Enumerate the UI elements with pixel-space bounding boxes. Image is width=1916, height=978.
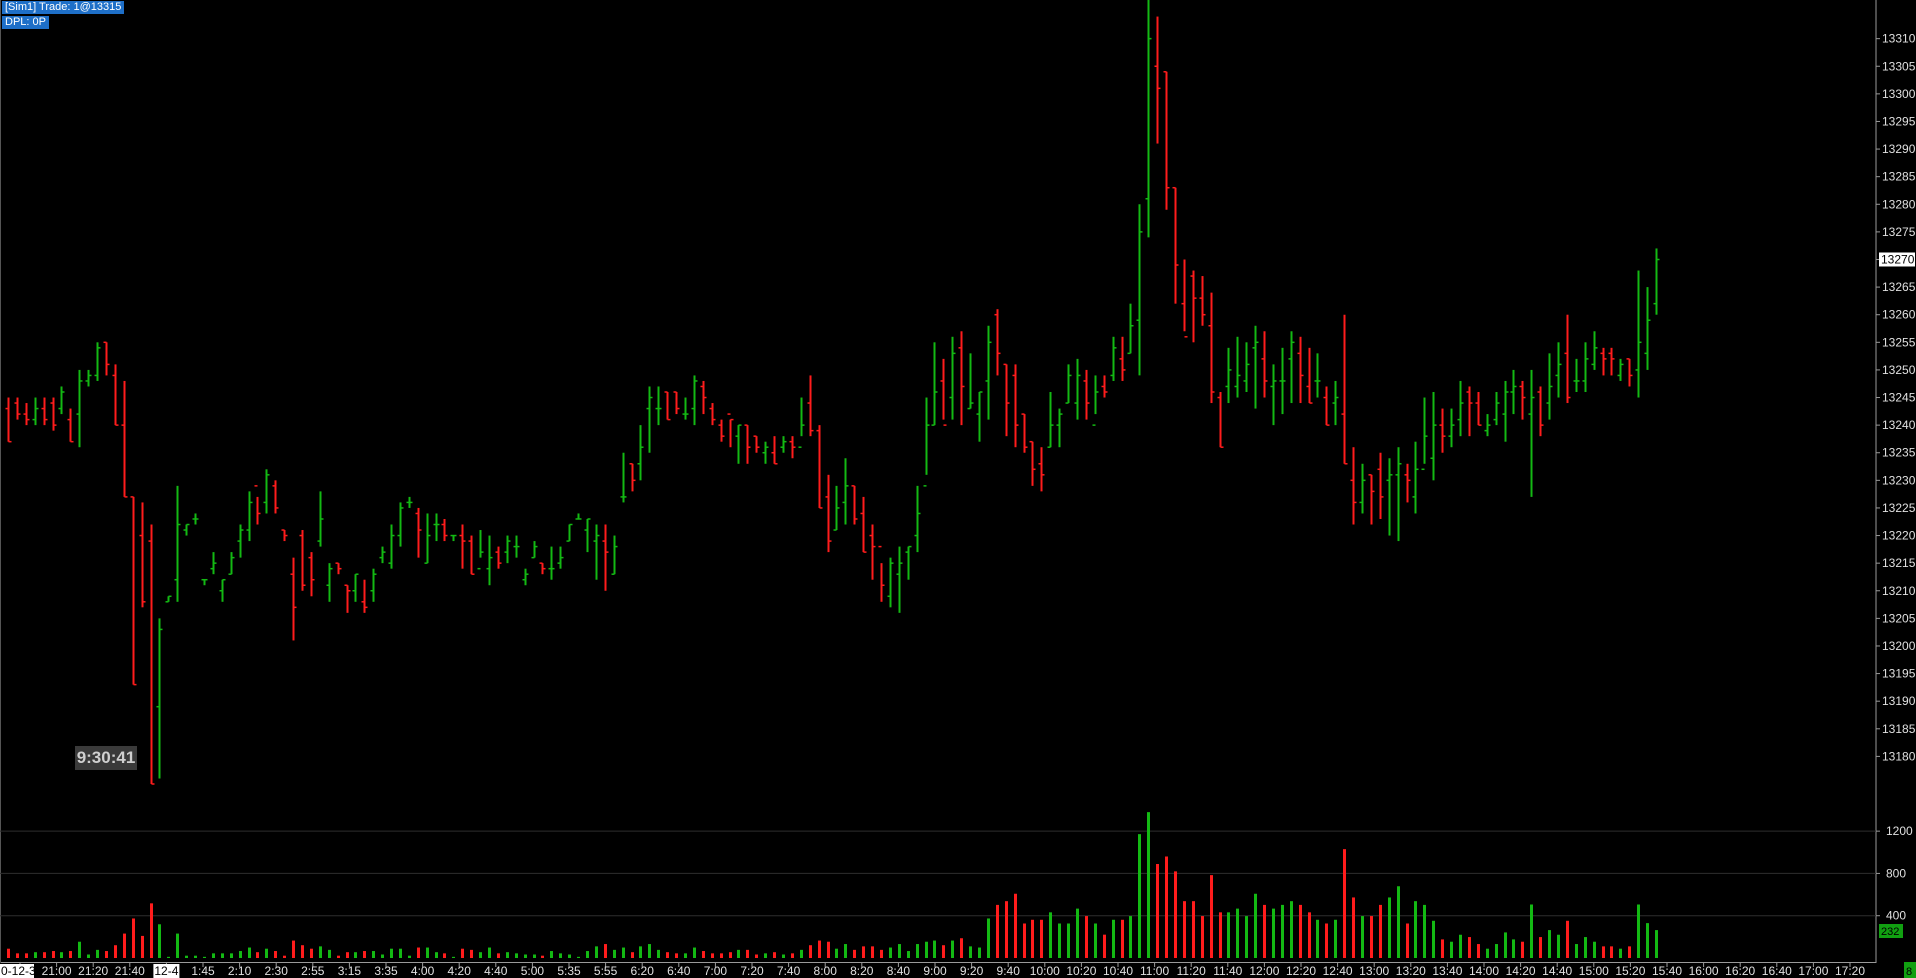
trade-status-label: [Sim1] Trade: 1@13315	[2, 1, 125, 14]
time-tick-label: 10:00	[1030, 964, 1060, 978]
price-volume-chart[interactable]: 13180 13185 13190 13195 13200 13205 13210 13215…	[0, 0, 1916, 978]
time-tick-label: 11:40	[1213, 964, 1242, 978]
price-tick-label: 13285	[1882, 170, 1916, 184]
price-tick-label: 13185	[1882, 722, 1916, 736]
time-tick-label: 12:00	[1249, 964, 1279, 978]
time-tick-label: 4:40	[484, 964, 508, 978]
time-tick-label: 0-12-3	[1, 964, 36, 978]
time-tick-label: 7:00	[704, 964, 728, 978]
price-tick-label: 13295	[1882, 114, 1916, 128]
time-tick-label: 9:40	[997, 964, 1021, 978]
price-tick-label: 13190	[1882, 694, 1916, 708]
price-tick-label: 13310	[1882, 32, 1916, 46]
price-tick-label: 13280	[1882, 197, 1916, 211]
time-tick-label: 10:40	[1103, 964, 1133, 978]
price-tick-label: 13305	[1882, 59, 1916, 73]
price-tick-label: 13225	[1882, 501, 1916, 515]
price-tick-label: 13250	[1882, 363, 1916, 377]
volume-tick-label: 1200	[1886, 824, 1913, 838]
price-tick-label: 13240	[1882, 418, 1916, 432]
time-tick-label: 6:40	[667, 964, 691, 978]
price-tick-label: 13275	[1882, 225, 1916, 239]
time-tick-label: 5:55	[594, 964, 618, 978]
time-tick-label: 17:00	[1798, 964, 1828, 978]
time-tick-label: 9:00	[923, 964, 947, 978]
time-tick-label: 21:40	[115, 964, 145, 978]
price-tick-label: 13300	[1882, 87, 1916, 101]
time-tick-label: 11:00	[1140, 964, 1169, 978]
pnl-status-label: DPL: 0P	[2, 16, 49, 29]
price-tick-label: 13210	[1882, 584, 1916, 598]
time-tick-label: 8:00	[814, 964, 838, 978]
price-tick-label: 13245	[1882, 391, 1916, 405]
time-tick-label: 21:00	[42, 964, 72, 978]
account-status: [Sim1] Trade: 1@13315 DPL: 0P	[2, 1, 125, 31]
time-tick-label: 2:55	[301, 964, 325, 978]
time-tick-label: 16:40	[1762, 964, 1792, 978]
price-tick-label: 13215	[1882, 556, 1916, 570]
time-tick-label: 16:00	[1689, 964, 1719, 978]
time-axis: 0-12-3 21:00 21:20 21:40 12-4 1:45 2:10 2:30 2:5…	[0, 963, 1865, 978]
time-tick-label: 5:35	[557, 964, 581, 978]
price-tick-label: 13180	[1882, 749, 1916, 763]
last-volume-label: 8	[1906, 966, 1912, 978]
time-tick-label: 4:20	[448, 964, 472, 978]
time-tick-label: 11:20	[1177, 964, 1206, 978]
price-tick-label: 13200	[1882, 639, 1916, 653]
time-tick-label: 16:20	[1725, 964, 1755, 978]
time-tick-label: 3:35	[374, 964, 398, 978]
time-tick-label: 8:40	[887, 964, 911, 978]
time-tick-label: 3:15	[338, 964, 362, 978]
time-tick-label: 10:20	[1066, 964, 1096, 978]
price-tick-label: 13260	[1882, 308, 1916, 322]
time-tick-label: 9:20	[960, 964, 984, 978]
time-tick-label: 2:30	[265, 964, 289, 978]
crosshair-time-label: 9:30:41	[75, 746, 137, 770]
time-tick-label: 14:00	[1469, 964, 1499, 978]
time-tick-label: 14:20	[1506, 964, 1536, 978]
price-tick-label: 13230	[1882, 473, 1916, 487]
volume-tick-label: 800	[1886, 866, 1906, 880]
price-tick-label: 13265	[1882, 280, 1916, 294]
current-price-label: 13270	[1881, 252, 1915, 266]
price-tick-label: 13255	[1882, 335, 1916, 349]
time-tick-label: 6:20	[631, 964, 655, 978]
time-tick-label: 8:20	[850, 964, 874, 978]
price-tick-label: 13220	[1882, 529, 1916, 543]
time-tick-label: 12-4	[154, 964, 178, 978]
time-tick-label: 15:40	[1652, 964, 1682, 978]
volume-tick-label: 400	[1886, 909, 1906, 923]
time-tick-label: 1:45	[191, 964, 215, 978]
time-tick-label: 13:20	[1396, 964, 1426, 978]
time-tick-label: 5:00	[521, 964, 545, 978]
price-tick-label: 13235	[1882, 446, 1916, 460]
price-tick-label: 13290	[1882, 142, 1916, 156]
time-tick-label: 15:20	[1615, 964, 1645, 978]
time-tick-label: 14:40	[1542, 964, 1572, 978]
time-tick-label: 2:10	[228, 964, 252, 978]
current-volume-label: 232	[1881, 926, 1899, 938]
time-tick-label: 12:40	[1323, 964, 1353, 978]
time-tick-label: 13:40	[1432, 964, 1462, 978]
time-tick-label: 21:20	[78, 964, 108, 978]
time-tick-label: 7:40	[777, 964, 801, 978]
time-tick-label: 12:20	[1286, 964, 1316, 978]
price-tick-label: 13205	[1882, 611, 1916, 625]
time-tick-label: 7:20	[740, 964, 764, 978]
time-tick-label: 15:00	[1579, 964, 1609, 978]
time-tick-label: 4:00	[411, 964, 435, 978]
time-tick-label: 17:20	[1835, 964, 1865, 978]
time-tick-label: 13:00	[1359, 964, 1389, 978]
price-tick-label: 13195	[1882, 667, 1916, 681]
